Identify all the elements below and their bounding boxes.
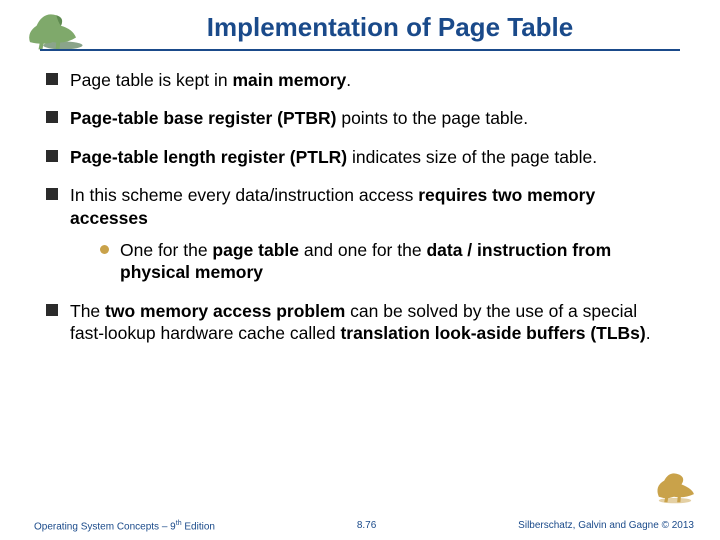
footer: Operating System Concepts – 9th Edition …: [0, 520, 720, 532]
footer-left: Operating System Concepts – 9th Edition: [34, 520, 215, 532]
text: One for the: [120, 240, 212, 260]
text: .: [646, 323, 651, 343]
bullet-item: Page-table length register (PTLR) indica…: [46, 146, 674, 168]
dinosaur-icon: [648, 466, 702, 506]
text-bold: page table: [212, 240, 299, 260]
text: Edition: [182, 521, 215, 532]
text-bold: translation look-aside buffers (TLBs): [340, 323, 645, 343]
text: and one for the: [299, 240, 426, 260]
title-rule: [40, 49, 680, 51]
header: Implementation of Page Table: [0, 0, 720, 51]
bullet-list: Page table is kept in main memory. Page-…: [46, 69, 674, 345]
content: Page table is kept in main memory. Page-…: [0, 69, 720, 345]
slide: Implementation of Page Table Page table …: [0, 0, 720, 540]
bullet-item: Page-table base register (PTBR) points t…: [46, 107, 674, 129]
text: The: [70, 301, 105, 321]
footer-page: 8.76: [357, 520, 376, 532]
slide-title: Implementation of Page Table: [40, 12, 680, 43]
text-bold: Page-table length register (PTLR): [70, 147, 347, 167]
text: In this scheme every data/instruction ac…: [70, 185, 418, 205]
bullet-item: In this scheme every data/instruction ac…: [46, 184, 674, 284]
text-bold: two memory access problem: [105, 301, 345, 321]
text: points to the page table.: [336, 108, 528, 128]
text: Operating System Concepts – 9: [34, 521, 176, 532]
bullet-item: Page table is kept in main memory.: [46, 69, 674, 91]
bullet-item: The two memory access problem can be sol…: [46, 300, 674, 345]
footer-right: Silberschatz, Galvin and Gagne © 2013: [518, 520, 694, 532]
text: indicates size of the page table.: [347, 147, 597, 167]
sub-item: One for the page table and one for the d…: [100, 239, 674, 284]
text-bold: Page-table base register (PTBR): [70, 108, 336, 128]
sub-list: One for the page table and one for the d…: [100, 239, 674, 284]
text: Page table is kept in: [70, 70, 232, 90]
text-bold: main memory: [232, 70, 346, 90]
text: .: [346, 70, 351, 90]
